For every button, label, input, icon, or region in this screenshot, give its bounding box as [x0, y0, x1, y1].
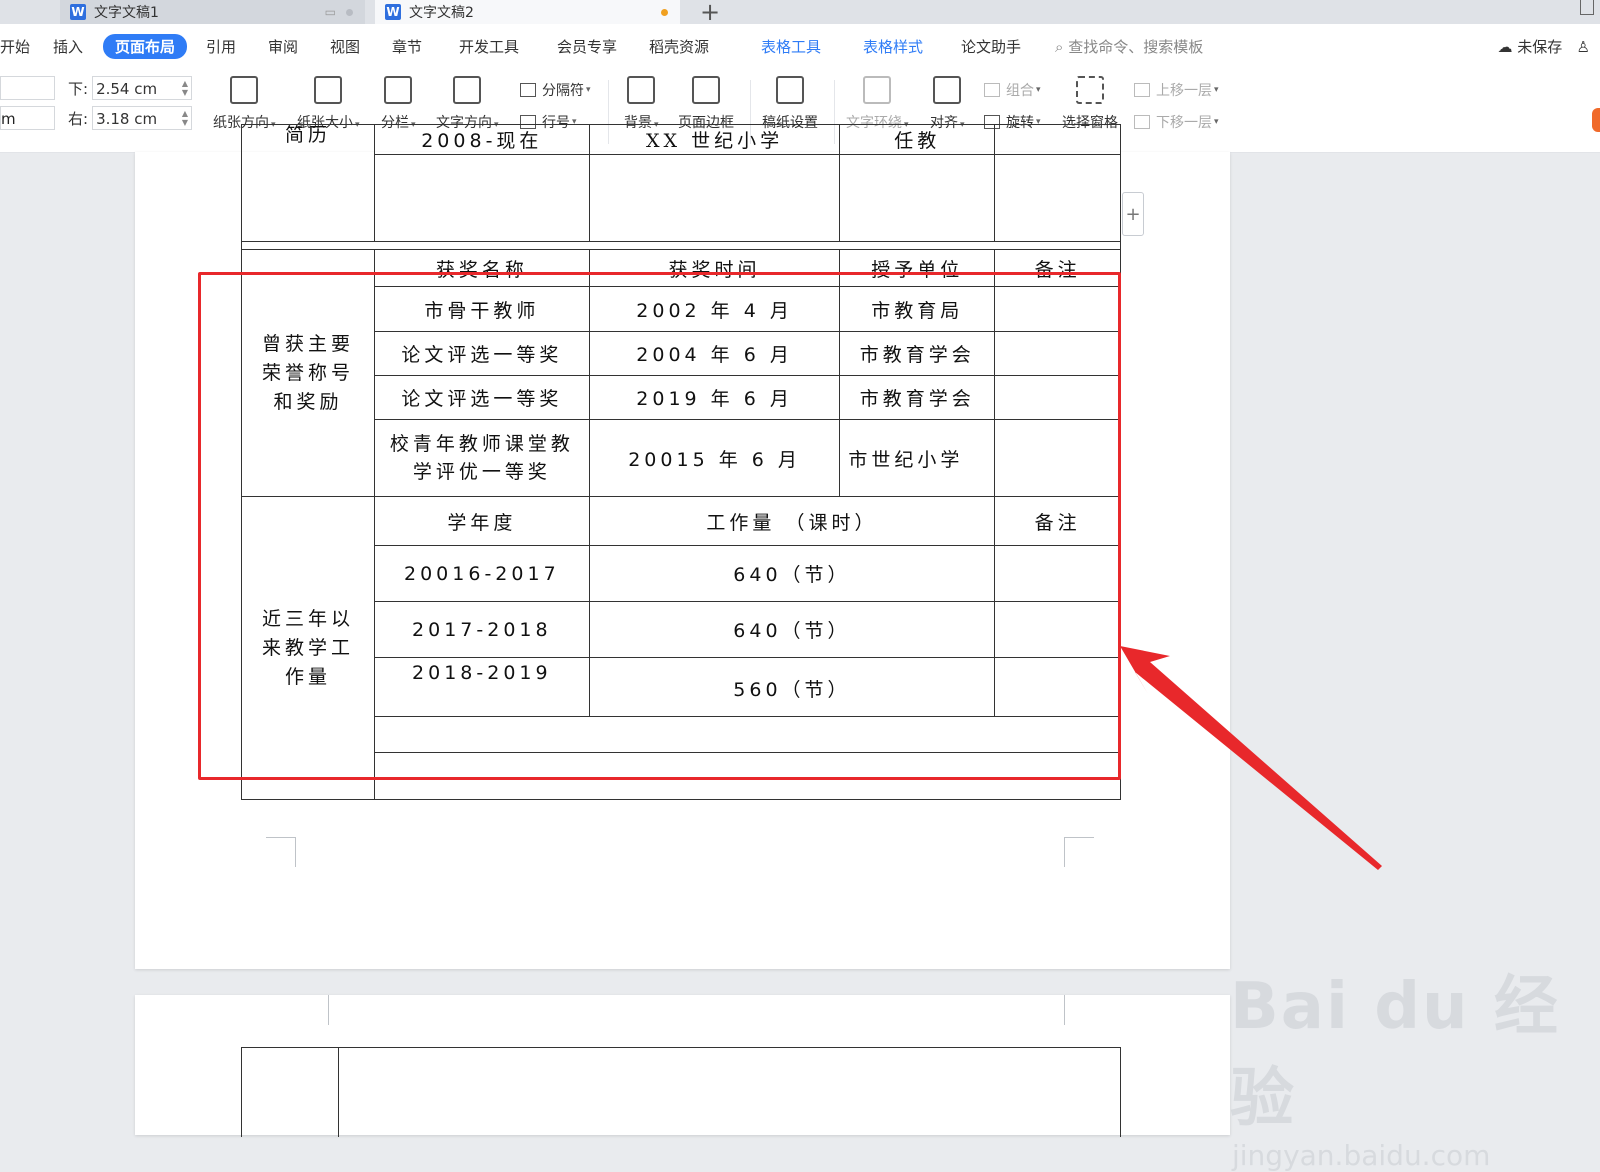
search-placeholder: 查找命令、搜索模板	[1068, 38, 1204, 56]
new-tab-button[interactable]: +	[700, 0, 720, 26]
wps-writer-icon: W	[385, 4, 401, 20]
tab-bar: W 文字文稿1 ▭ W 文字文稿2 +	[0, 0, 1600, 26]
table-cell[interactable]: 2008-现在	[373, 124, 590, 155]
crop-mark	[1064, 995, 1094, 1025]
group-icon	[984, 83, 1000, 97]
spin-icon[interactable]: ▲ ▼	[182, 79, 188, 97]
margin-bottom-field: 下: 2.54 cm ▲ ▼	[68, 76, 193, 100]
chevron-down-icon: ▾	[586, 85, 591, 95]
menu-bar: 开始 插入 页面布局 引用 审阅 视图 章节 开发工具 会员专享 稻壳资源 表格…	[0, 24, 1600, 72]
watermark-url: jingyan.baidu.com	[1232, 1139, 1491, 1172]
close-dot-icon[interactable]	[346, 8, 353, 16]
columns-icon	[384, 76, 413, 104]
chevron-down-icon: ▾	[1214, 85, 1219, 95]
tab-document-2[interactable]: W 文字文稿2	[375, 0, 680, 24]
text-direction-icon	[453, 76, 482, 104]
table-cell[interactable]	[373, 154, 590, 242]
window-restore-icon[interactable]	[1580, 0, 1594, 15]
bring-forward-button[interactable]: 上移一层 ▾	[1134, 80, 1219, 100]
unsaved-label: 未保存	[1517, 38, 1563, 56]
table-cell[interactable]: 任教	[839, 124, 996, 155]
crop-mark	[1064, 837, 1094, 867]
menu-paper-assistant[interactable]: 论文助手	[961, 36, 1021, 57]
send-backward-icon	[1134, 115, 1150, 129]
menu-start[interactable]: 开始	[0, 36, 30, 57]
orientation-icon	[230, 76, 259, 104]
chevron-down-icon: ▾	[1036, 85, 1041, 95]
send-backward-button[interactable]: 下移一层 ▾	[1134, 112, 1219, 132]
user-icon[interactable]: ♙	[1567, 38, 1590, 56]
save-status[interactable]: ☁ 未保存 ♙	[1497, 36, 1590, 57]
margin-right-value: 3.18 cm	[96, 110, 158, 128]
table-cell[interactable]	[839, 154, 996, 242]
table-cell[interactable]: XX 世纪小学	[588, 124, 841, 155]
chevron-down-icon: ▾	[1214, 117, 1219, 127]
add-column-icon[interactable]: +	[1122, 192, 1144, 236]
baidu-watermark: Bai du 经验 jingyan.baidu.com	[1230, 955, 1600, 1172]
menu-section[interactable]: 章节	[392, 36, 422, 57]
text-wrap-icon	[863, 76, 892, 104]
command-search[interactable]: ⌕ 查找命令、搜索模板	[1055, 36, 1203, 57]
separator-button[interactable]: 分隔符 ▾	[520, 80, 591, 100]
page-border-icon	[692, 76, 720, 104]
paper-size-icon	[314, 76, 343, 104]
tab-title: 文字文稿2	[409, 5, 474, 21]
cloud-icon: ☁	[1497, 38, 1513, 56]
bring-forward-label: 上移一层	[1156, 83, 1212, 99]
monitor-icon: ▭	[324, 5, 336, 19]
spin-icon[interactable]: ▲ ▼	[182, 109, 188, 127]
wps-writer-icon: W	[70, 4, 86, 20]
margin-bottom-value: 2.54 cm	[96, 80, 158, 98]
resume-label: 简历	[284, 124, 331, 146]
manuscript-grid-icon	[776, 76, 804, 104]
menu-page-layout[interactable]: 页面布局	[103, 34, 188, 59]
crop-mark	[266, 837, 296, 867]
menu-member[interactable]: 会员专享	[557, 36, 617, 57]
menu-review[interactable]: 审阅	[268, 36, 298, 57]
menu-developer[interactable]: 开发工具	[459, 36, 519, 57]
group-label: 组合	[1006, 83, 1034, 99]
selection-pane-icon	[1076, 76, 1104, 104]
separator-label: 分隔符	[542, 83, 584, 99]
align-icon	[933, 76, 962, 104]
table-cell[interactable]	[588, 154, 841, 242]
resume-label-cell[interactable]: 简历	[241, 124, 375, 242]
menu-table-style[interactable]: 表格样式	[863, 36, 923, 57]
bring-forward-icon	[1134, 83, 1150, 97]
tab-title: 文字文稿1	[94, 5, 159, 21]
margin-right-input[interactable]: 3.18 cm ▲ ▼	[92, 106, 193, 130]
separator-icon	[520, 83, 536, 97]
table-cell[interactable]	[994, 124, 1121, 155]
margin-bottom-input[interactable]: 2.54 cm ▲ ▼	[92, 76, 193, 100]
margin-left-input[interactable]: m	[0, 106, 55, 130]
crop-mark	[299, 995, 329, 1025]
unsaved-dot-icon[interactable]	[661, 8, 668, 16]
send-backward-label: 下移一层	[1156, 115, 1212, 131]
menu-table-tools[interactable]: 表格工具	[761, 36, 821, 57]
menu-docer[interactable]: 稻壳资源	[649, 36, 709, 57]
red-highlight-box	[198, 272, 1121, 780]
margin-top-input[interactable]	[0, 76, 55, 100]
watermark-logo: Bai du 经验	[1230, 970, 1560, 1136]
group-button[interactable]: 组合 ▾	[984, 80, 1041, 100]
table-cell[interactable]	[994, 154, 1121, 242]
margin-bottom-label: 下:	[68, 79, 89, 98]
side-panel-tab[interactable]	[1592, 108, 1600, 132]
table-spacer-row	[241, 241, 1121, 250]
next-page-table[interactable]	[241, 1047, 1121, 1137]
tab-document-1[interactable]: W 文字文稿1 ▭	[60, 0, 365, 24]
menu-view[interactable]: 视图	[330, 36, 360, 57]
background-icon	[627, 76, 656, 104]
menu-references[interactable]: 引用	[206, 36, 236, 57]
menu-insert[interactable]: 插入	[53, 36, 83, 57]
search-icon: ⌕	[1055, 38, 1064, 56]
margin-right-label: 右:	[68, 109, 89, 128]
document-page-2	[135, 995, 1230, 1137]
margin-right-field: 右: 3.18 cm ▲ ▼	[68, 106, 193, 130]
